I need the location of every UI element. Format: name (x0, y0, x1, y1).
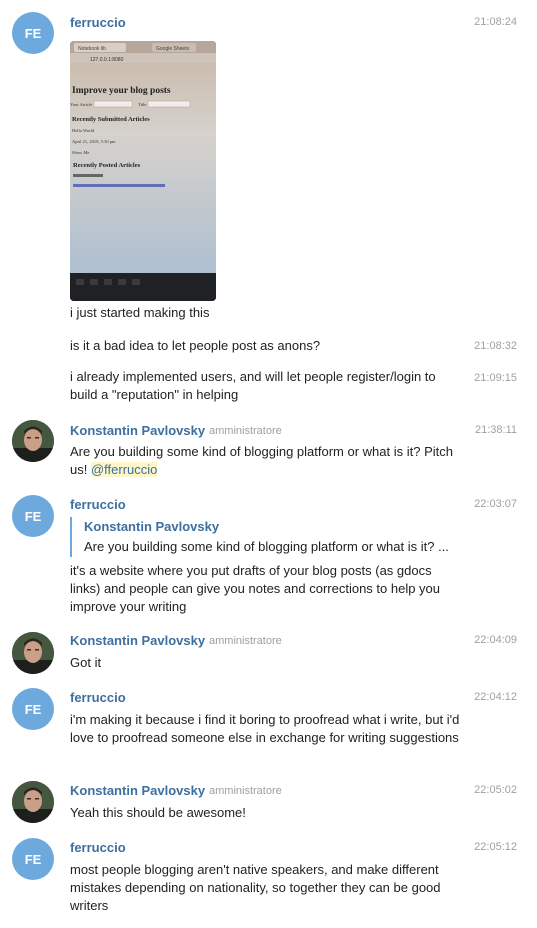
photo-url: 127.0.0.1:8080 (90, 57, 124, 63)
timestamp: 21:08:32 (474, 340, 517, 352)
message-text: most people blogging aren't native speak… (70, 862, 441, 913)
timestamp: 21:09:15 (474, 372, 517, 384)
message-text: Got it (70, 655, 102, 670)
avatar[interactable]: FE (12, 688, 54, 730)
user-photo-icon (12, 420, 54, 462)
timestamp: 22:04:09 (474, 634, 517, 646)
sender-name[interactable]: Konstantin Pavlovsky (70, 783, 205, 798)
role-badge: amministratore (209, 635, 282, 647)
photo-submitted-line-1: Hello World (72, 128, 95, 133)
avatar[interactable] (12, 632, 54, 674)
photo-attachment[interactable]: Notebook lib Google Sheets 127.0.0.1:808… (70, 41, 216, 301)
sender-name[interactable]: Konstantin Pavlovsky (70, 423, 205, 438)
message-text: Yeah this should be awesome! (70, 805, 246, 820)
photo-heading: Improve your blog posts (72, 86, 171, 96)
photo-submitted-line-3: Show Me (72, 150, 89, 155)
timestamp: 22:03:07 (474, 498, 517, 510)
timestamp: 21:08:24 (474, 16, 517, 28)
message-text: it's a website where you put drafts of y… (70, 563, 441, 614)
photo-your-article: Your Article (70, 102, 92, 107)
avatar[interactable] (12, 781, 54, 823)
sender-name[interactable]: ferruccio (70, 497, 126, 512)
sender-name[interactable]: Konstantin Pavlovsky (70, 633, 205, 648)
timestamp: 22:05:02 (474, 784, 517, 796)
role-badge: amministratore (209, 785, 282, 797)
message-text: i'm making it because i find it boring t… (70, 712, 460, 745)
quote-author: Konstantin Pavlovsky (84, 519, 220, 534)
message-text: Are you building some kind of blogging p… (70, 443, 460, 479)
sender-name[interactable]: ferruccio (70, 15, 126, 30)
photo-tab-2: Google Sheets (156, 46, 190, 52)
message-text: is it a bad idea to let people post as a… (70, 338, 321, 353)
timestamp: 22:04:12 (474, 691, 517, 703)
message-text: i just started making this (70, 305, 210, 320)
user-photo-icon (12, 632, 54, 674)
avatar[interactable] (12, 420, 54, 462)
sender-name[interactable]: ferruccio (70, 840, 126, 855)
photo-tab-1: Notebook lib (78, 46, 106, 52)
timestamp: 21:38:11 (474, 424, 517, 436)
avatar[interactable]: FE (12, 838, 54, 880)
user-photo-icon (12, 781, 54, 823)
photo-image: Notebook lib Google Sheets 127.0.0.1:808… (70, 41, 216, 301)
photo-posted-heading: Recently Posted Articles (73, 162, 141, 169)
photo-submitted-heading: Recently Submitted Articles (72, 116, 150, 123)
quote-text: Are you building some kind of blogging p… (84, 539, 449, 554)
timestamp: 22:05:12 (474, 841, 517, 853)
sender-name[interactable]: ferruccio (70, 690, 126, 705)
role-badge: amministratore (209, 425, 282, 437)
mention-link[interactable]: @fferruccio (90, 462, 158, 477)
avatar[interactable]: FE (12, 495, 54, 537)
message-text: i already implemented users, and will le… (70, 369, 436, 402)
avatar[interactable]: FE (12, 12, 54, 54)
reply-quote[interactable]: Konstantin Pavlovsky Are you building so… (70, 517, 470, 557)
photo-title-label: Title (138, 102, 146, 107)
